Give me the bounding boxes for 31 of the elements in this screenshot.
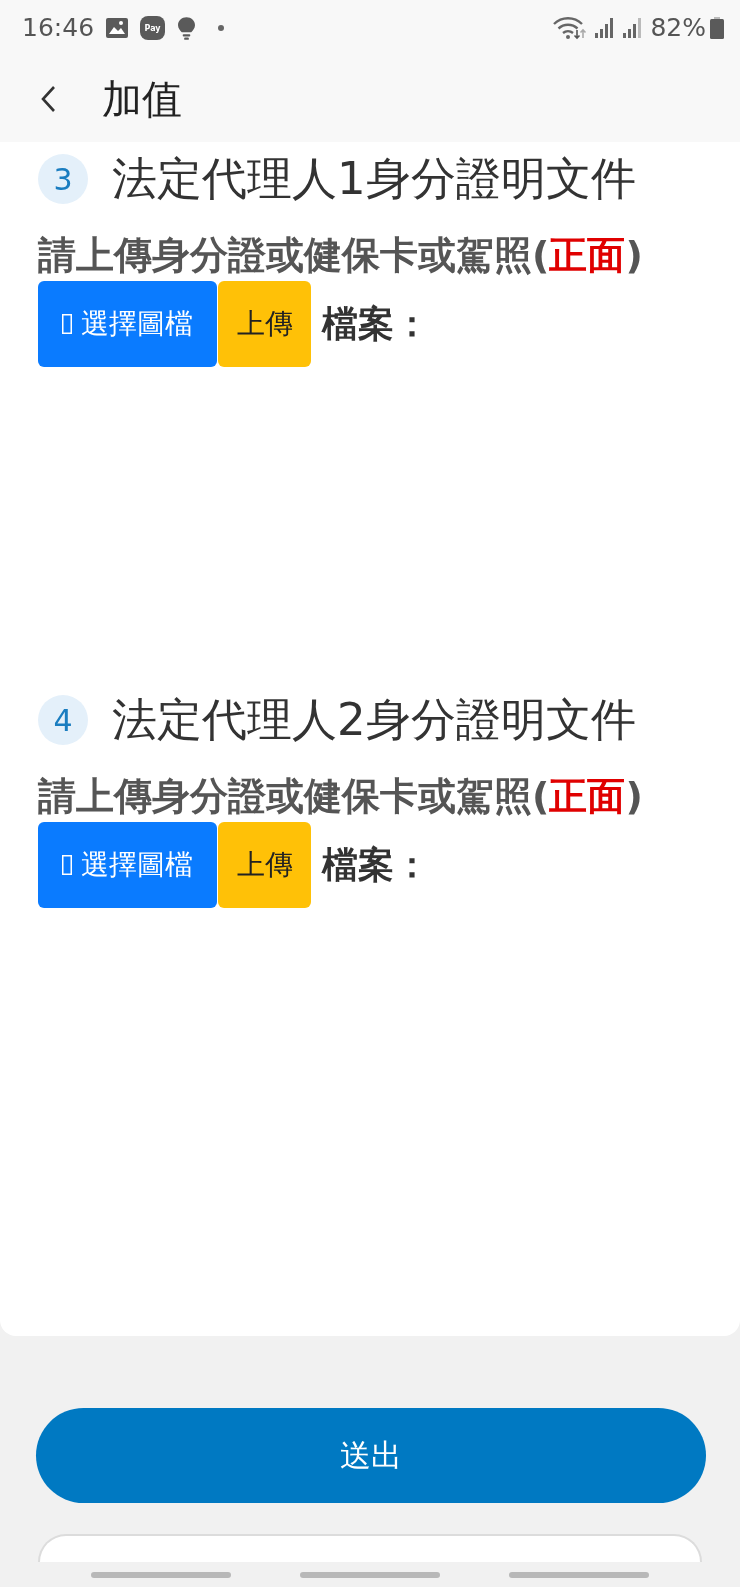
chevron-left-icon: [40, 85, 56, 113]
gesture-handle[interactable]: [300, 1571, 440, 1578]
lightbulb-icon: [178, 16, 196, 40]
file-label: 檔案：: [322, 843, 430, 887]
status-time: 16:46: [22, 13, 95, 43]
submit-button[interactable]: 送出: [36, 1408, 706, 1503]
page-title: 加值: [102, 75, 182, 123]
battery-percent: 82%: [650, 13, 706, 43]
signal-icon: [623, 18, 644, 38]
app-badge: Pay: [140, 16, 166, 40]
step-number: 3: [38, 154, 88, 204]
signal-icon: [595, 18, 616, 38]
battery-icon: [710, 17, 724, 39]
missing-glyph-icon: [62, 855, 72, 875]
section-title: 法定代理人1身分證明文件: [112, 153, 636, 205]
section-title: 法定代理人2身分證明文件: [112, 694, 636, 746]
missing-glyph-icon: [62, 314, 72, 334]
gesture-handle[interactable]: [509, 1571, 649, 1578]
wifi-icon: [553, 16, 588, 40]
image-icon: [106, 18, 129, 38]
file-label: 檔案：: [322, 302, 430, 346]
upload-button[interactable]: 上傳: [218, 822, 311, 908]
dot-icon: [218, 25, 225, 31]
back-button[interactable]: [40, 85, 56, 113]
choose-image-button[interactable]: 選擇圖檔: [38, 281, 217, 367]
upload-instruction: 請上傳身分證或健保卡或駕照(正面): [38, 773, 644, 820]
gesture-handle[interactable]: [91, 1571, 231, 1578]
step-number: 4: [38, 695, 88, 745]
choose-image-button[interactable]: 選擇圖檔: [38, 822, 217, 908]
upload-button[interactable]: 上傳: [218, 281, 311, 367]
upload-instruction: 請上傳身分證或健保卡或駕照(正面): [38, 232, 644, 279]
